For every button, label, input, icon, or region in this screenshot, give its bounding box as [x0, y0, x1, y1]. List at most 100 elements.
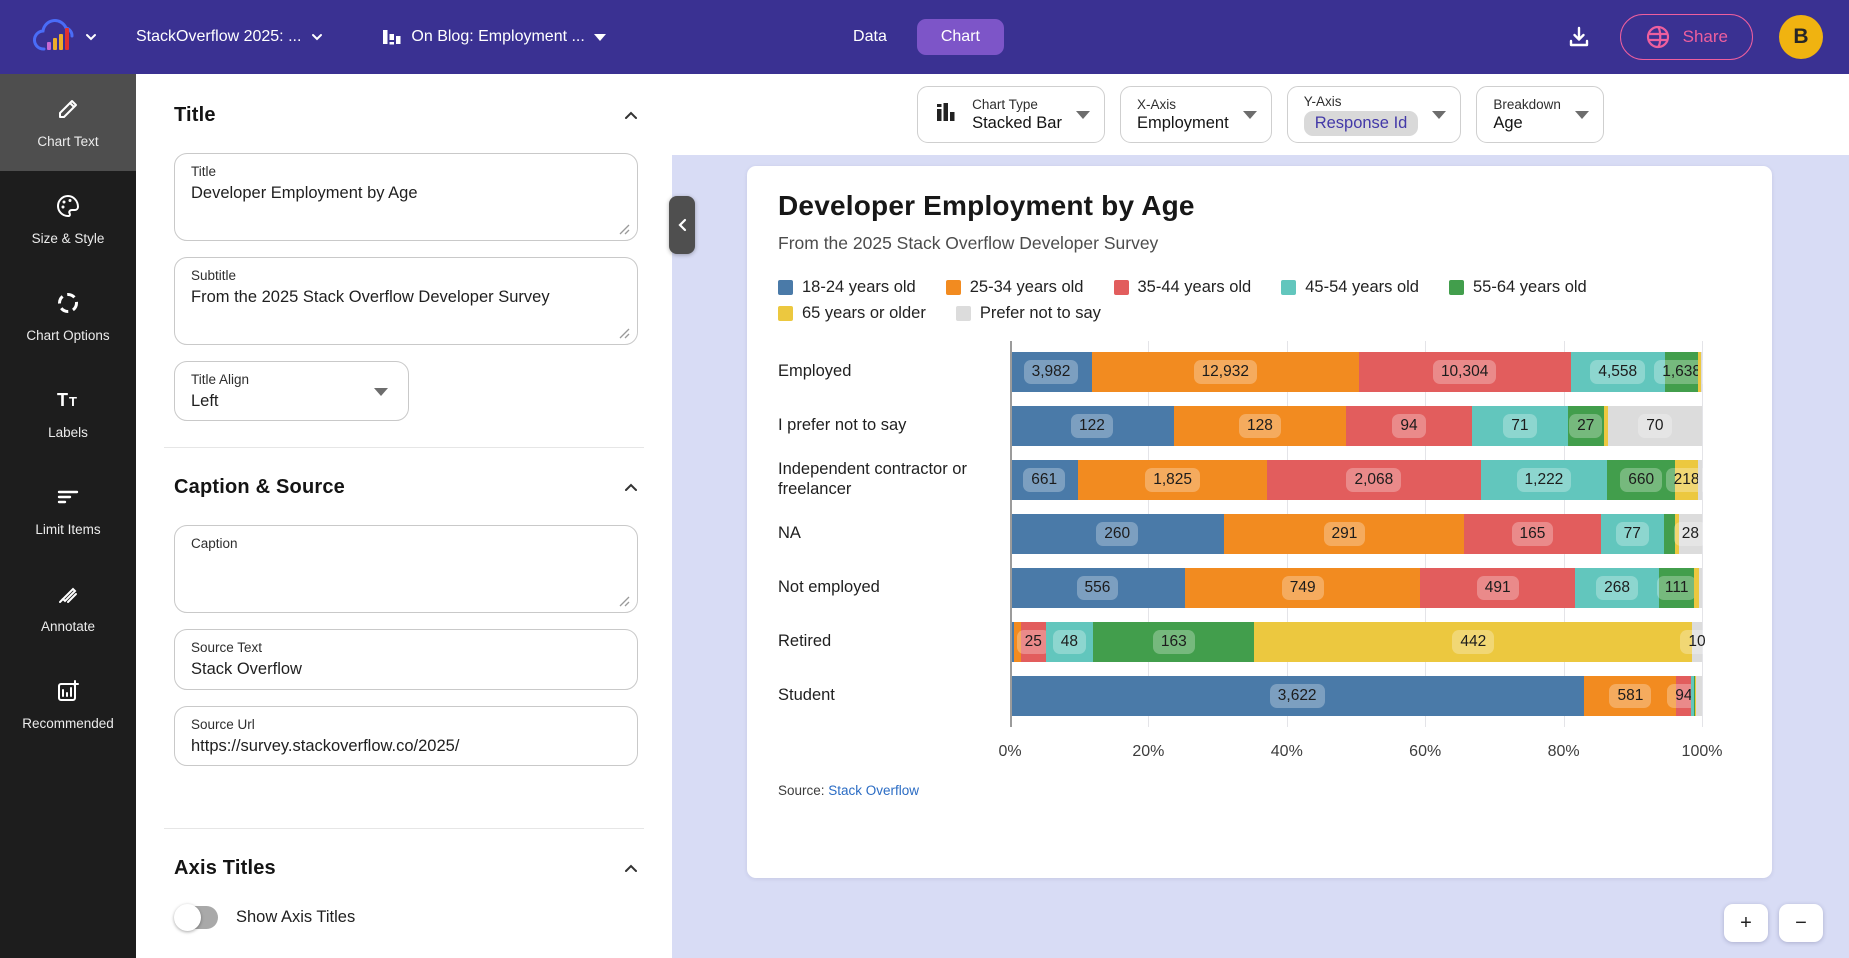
- bar-segment[interactable]: 442: [1254, 622, 1692, 662]
- title-input[interactable]: Title Developer Employment by Age: [174, 153, 638, 241]
- sidebar-item-label: Chart Text: [37, 134, 98, 149]
- resize-handle-icon[interactable]: [619, 596, 630, 607]
- collapse-section-icon[interactable]: [624, 481, 638, 495]
- bar-segment[interactable]: 4,558: [1571, 352, 1665, 392]
- bar-segment[interactable]: 70: [1608, 406, 1702, 446]
- bar-segment[interactable]: 2,068: [1267, 460, 1481, 500]
- bar-segment[interactable]: [1696, 676, 1702, 716]
- bar-segment[interactable]: 1,222: [1481, 460, 1607, 500]
- source-link[interactable]: Stack Overflow: [828, 783, 919, 798]
- bar-segment[interactable]: 218: [1675, 460, 1698, 500]
- y-axis-control[interactable]: Y-AxisResponse Id: [1287, 86, 1462, 143]
- workspace-select[interactable]: StackOverflow 2025: ...: [130, 20, 330, 54]
- stacked-bar[interactable]: 3,98212,932 10,304 4,5581,638: [1010, 352, 1702, 392]
- resize-handle-icon[interactable]: [619, 328, 630, 339]
- download-icon: [1566, 24, 1592, 50]
- bar-segment[interactable]: 48: [1046, 622, 1094, 662]
- topbar: StackOverflow 2025: ... On Blog: Employm…: [0, 0, 1849, 74]
- bar-segment[interactable]: 77: [1601, 514, 1665, 554]
- chart-legend: 18-24 years old25-34 years old35-44 year…: [778, 278, 1638, 323]
- bar-segment[interactable]: 71: [1472, 406, 1567, 446]
- bar-segment[interactable]: 268: [1575, 568, 1659, 608]
- sidebar-item-limit-items[interactable]: Limit Items: [0, 462, 136, 559]
- stacked-bar[interactable]: 254816344210: [1010, 622, 1702, 662]
- subtitle-input[interactable]: Subtitle From the 2025 Stack Overflow De…: [174, 257, 638, 345]
- chart-region: Chart TypeStacked Bar X-AxisEmployment Y-A…: [672, 74, 1849, 958]
- zoom-out-button[interactable]: −: [1779, 904, 1823, 942]
- segment-value-label: 10,304: [1433, 360, 1496, 384]
- bar-segment[interactable]: [1699, 568, 1702, 608]
- stacked-bar[interactable]: 3,62258194: [1010, 676, 1702, 716]
- sidebar-item-chart-text[interactable]: Chart Text: [0, 74, 136, 171]
- resize-handle-icon[interactable]: [619, 224, 630, 235]
- bar-segment[interactable]: 3,622: [1010, 676, 1584, 716]
- x-axis-control[interactable]: X-AxisEmployment: [1120, 86, 1272, 143]
- tab-chart[interactable]: Chart: [917, 19, 1004, 55]
- sidebar-item-labels[interactable]: TTLabels: [0, 365, 136, 462]
- sidebar-item-recommended[interactable]: Recommended: [0, 656, 136, 753]
- bar-segment[interactable]: 491: [1420, 568, 1574, 608]
- stacked-bar[interactable]: 556749491268111: [1010, 568, 1702, 608]
- bar-segment[interactable]: 111: [1659, 568, 1694, 608]
- collapse-section-icon[interactable]: [624, 109, 638, 123]
- bar-segment[interactable]: 661: [1010, 460, 1078, 500]
- triangle-down-icon: [594, 34, 606, 41]
- show-axis-titles-toggle[interactable]: [176, 906, 218, 929]
- x-axis: 0%20%40%60%80%100%: [1010, 735, 1702, 769]
- download-button[interactable]: [1564, 22, 1594, 52]
- x-axis-tick: 100%: [1682, 743, 1723, 761]
- tab-data[interactable]: Data: [849, 20, 891, 54]
- control-value: Response Id: [1304, 111, 1419, 136]
- sidebar-item-chart-options[interactable]: Chart Options: [0, 268, 136, 365]
- sidebar-item-annotate[interactable]: Annotate: [0, 559, 136, 656]
- bar-segment[interactable]: 3,982: [1010, 352, 1092, 392]
- bar-segment[interactable]: 1,825: [1078, 460, 1267, 500]
- bar-segment[interactable]: 163: [1093, 622, 1254, 662]
- bar-segment[interactable]: 128: [1174, 406, 1346, 446]
- bar-segment[interactable]: 260: [1010, 514, 1224, 554]
- app-logo[interactable]: [30, 11, 98, 63]
- sidebar-item-size-style[interactable]: Size & Style: [0, 171, 136, 268]
- collapse-section-icon[interactable]: [624, 862, 638, 876]
- bar-segment[interactable]: 10,304: [1359, 352, 1571, 392]
- caption-input-label: Caption: [191, 536, 621, 551]
- caption-input[interactable]: Caption: [174, 525, 638, 613]
- bar-segment[interactable]: 10: [1692, 622, 1702, 662]
- breakdown-control[interactable]: BreakdownAge: [1476, 86, 1604, 143]
- zoom-in-button[interactable]: +: [1724, 904, 1768, 942]
- stacked-bar[interactable]: 6611,8252,0681,222 660 218: [1010, 460, 1702, 500]
- bar-segment[interactable]: [1701, 352, 1702, 392]
- sidebar-item-label: Labels: [48, 425, 88, 440]
- bar-segment[interactable]: 165: [1464, 514, 1600, 554]
- bar-segment[interactable]: 1,638: [1665, 352, 1699, 392]
- source-text-input[interactable]: Source Text Stack Overflow: [174, 629, 638, 689]
- bar-segment[interactable]: 291: [1224, 514, 1464, 554]
- segment-value-label: 260: [1096, 522, 1138, 546]
- bar-segment[interactable]: 94: [1346, 406, 1472, 446]
- segment-value-label: 660: [1620, 468, 1662, 492]
- bar-segment[interactable]: 94: [1676, 676, 1691, 716]
- bar-segment[interactable]: 12,932: [1092, 352, 1358, 392]
- bar-segment[interactable]: 28: [1679, 514, 1702, 554]
- collapse-panel-handle[interactable]: [669, 196, 695, 254]
- bar-segment[interactable]: 27: [1568, 406, 1604, 446]
- chart-toolbar: Chart TypeStacked Bar X-AxisEmployment Y-A…: [672, 74, 1849, 155]
- bar-segment[interactable]: 122: [1010, 406, 1174, 446]
- bar-segment[interactable]: 749: [1185, 568, 1421, 608]
- stacked-bar[interactable]: 260 29116577 28: [1010, 514, 1702, 554]
- source-url-input[interactable]: Source Url https://survey.stackoverflow.…: [174, 706, 638, 766]
- title-align-select[interactable]: Title Align Left: [174, 361, 409, 421]
- bar-segment[interactable]: 25: [1021, 622, 1046, 662]
- subtitle-input-value: From the 2025 Stack Overflow Developer S…: [191, 287, 621, 308]
- chart-type-control[interactable]: Chart TypeStacked Bar: [917, 86, 1105, 143]
- bar-segment[interactable]: 556: [1010, 568, 1185, 608]
- legend-label: Prefer not to say: [980, 304, 1101, 323]
- bar-segment[interactable]: 581: [1584, 676, 1676, 716]
- avatar[interactable]: B: [1779, 15, 1823, 59]
- stacked-bar[interactable]: 12212894712770: [1010, 406, 1702, 446]
- chevron-down-icon: [310, 30, 324, 44]
- share-button[interactable]: Share: [1620, 14, 1753, 60]
- bar-segment[interactable]: [1698, 460, 1702, 500]
- stacked-bar-chart: EmployedI prefer not to sayIndependent c…: [778, 345, 1742, 769]
- chart-select[interactable]: On Blog: Employment ...: [374, 18, 611, 56]
